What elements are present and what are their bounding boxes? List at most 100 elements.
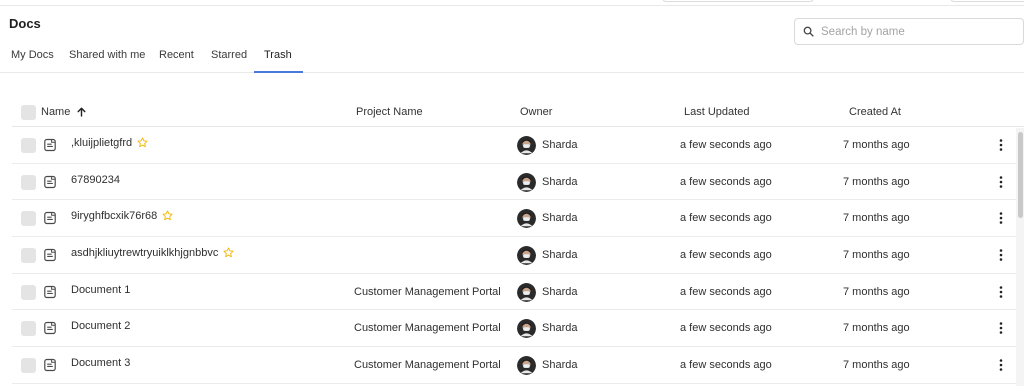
row-checkbox[interactable]	[21, 174, 36, 190]
column-name[interactable]: Name	[41, 95, 86, 127]
tab-trash[interactable]: Trash	[254, 40, 303, 73]
owner-name: Sharda	[542, 212, 578, 225]
doc-name[interactable]: 67890234	[71, 174, 120, 186]
table-header: Name Project Name Owner Last Updated Cre…	[12, 95, 1024, 127]
column-last-updated[interactable]: Last Updated	[684, 95, 749, 127]
document-icon	[44, 322, 56, 335]
row-checkbox[interactable]	[21, 211, 36, 227]
last-updated-cell: a few seconds ago	[680, 249, 772, 262]
doc-name[interactable]: ,kluijplietgfrd	[71, 137, 132, 149]
tab-shared-with-me[interactable]: Shared with me	[69, 40, 145, 73]
project-name-cell: Customer Management Portal	[354, 285, 501, 298]
tab-starred[interactable]: Starred	[211, 40, 247, 73]
doc-name[interactable]: Document 1	[71, 284, 130, 296]
doc-name-cell: 9iryghfbcxik76r68	[71, 198, 173, 234]
tab-bar: My Docs Shared with me Recent Starred Tr…	[0, 40, 1024, 73]
project-name-cell: Customer Management Portal	[354, 359, 501, 372]
owner-name: Sharda	[542, 249, 578, 262]
vertical-scrollbar[interactable]	[1016, 128, 1024, 386]
search-input[interactable]	[821, 25, 1011, 38]
document-icon	[44, 359, 56, 372]
last-updated-cell: a few seconds ago	[680, 322, 772, 335]
created-at-cell: 7 months ago	[843, 285, 910, 298]
search-icon	[803, 26, 814, 37]
avatar	[517, 282, 536, 302]
avatar	[517, 356, 536, 376]
doc-name-cell: Document 3	[71, 345, 130, 381]
last-updated-cell: a few seconds ago	[680, 139, 772, 151]
row-checkbox[interactable]	[21, 138, 36, 153]
doc-name[interactable]: Document 2	[71, 320, 130, 332]
avatar	[517, 319, 536, 339]
top-bar-button[interactable]	[950, 0, 1024, 2]
docs-table: Name Project Name Owner Last Updated Cre…	[12, 95, 1024, 384]
last-updated-cell: a few seconds ago	[680, 175, 772, 188]
more-vertical-icon[interactable]	[999, 321, 1003, 335]
project-name-cell: Customer Management Portal	[354, 322, 501, 335]
more-vertical-icon[interactable]	[999, 358, 1003, 372]
table-row[interactable]: asdhjkliuytrewtryuiklkhjgnbbvc Sharda a …	[12, 237, 1024, 274]
more-vertical-icon[interactable]	[999, 138, 1003, 152]
created-at-cell: 7 months ago	[843, 175, 910, 188]
doc-name-cell: Document 2	[71, 308, 130, 344]
more-vertical-icon[interactable]	[999, 285, 1003, 299]
doc-name-cell: asdhjkliuytrewtryuiklkhjgnbbvc	[71, 235, 234, 271]
arrow-up-icon[interactable]	[77, 107, 86, 117]
owner-name: Sharda	[542, 139, 578, 151]
row-checkbox[interactable]	[21, 321, 36, 337]
more-vertical-icon[interactable]	[999, 175, 1003, 189]
row-checkbox[interactable]	[21, 284, 36, 300]
created-at-cell: 7 months ago	[843, 212, 910, 225]
star-outline-icon[interactable]	[223, 247, 234, 258]
tab-recent[interactable]: Recent	[159, 40, 194, 73]
created-at-cell: 7 months ago	[843, 359, 910, 372]
row-checkbox[interactable]	[21, 358, 36, 374]
last-updated-cell: a few seconds ago	[680, 285, 772, 298]
select-all-checkbox[interactable]	[21, 105, 36, 120]
doc-name-cell: Document 1	[71, 272, 130, 308]
page-title: Docs	[9, 16, 41, 31]
avatar	[517, 172, 536, 192]
top-bar-divider	[0, 0, 1024, 6]
table-row[interactable]: ,kluijplietgfrd Sharda a few seconds ago…	[12, 127, 1024, 164]
document-icon	[44, 138, 56, 152]
column-created-at[interactable]: Created At	[849, 95, 901, 127]
doc-name[interactable]: 9iryghfbcxik76r68	[71, 210, 157, 222]
created-at-cell: 7 months ago	[843, 249, 910, 262]
table-body: ,kluijplietgfrd Sharda a few seconds ago…	[12, 127, 1024, 384]
document-icon	[44, 212, 56, 225]
document-icon	[44, 175, 56, 188]
avatar	[517, 209, 536, 229]
owner-name: Sharda	[542, 359, 578, 372]
doc-name[interactable]: Document 3	[71, 357, 130, 369]
owner-name: Sharda	[542, 322, 578, 335]
table-row[interactable]: Document 1 Customer Management Portal Sh…	[12, 274, 1024, 311]
last-updated-cell: a few seconds ago	[680, 359, 772, 372]
table-row[interactable]: Document 3 Customer Management Portal Sh…	[12, 347, 1024, 384]
document-icon	[44, 248, 56, 262]
last-updated-cell: a few seconds ago	[680, 212, 772, 225]
avatar	[517, 136, 536, 155]
doc-name[interactable]: asdhjkliuytrewtryuiklkhjgnbbvc	[71, 247, 218, 259]
column-owner[interactable]: Owner	[520, 95, 552, 127]
tab-my-docs[interactable]: My Docs	[11, 40, 54, 73]
document-icon	[44, 285, 56, 298]
more-vertical-icon[interactable]	[999, 211, 1003, 225]
row-checkbox[interactable]	[21, 248, 36, 264]
scrollbar-thumb[interactable]	[1018, 132, 1023, 218]
table-row[interactable]: 67890234 Sharda a few seconds ago 7 mont…	[12, 164, 1024, 201]
top-bar-field[interactable]	[662, 0, 814, 2]
table-row[interactable]: 9iryghfbcxik76r68 Sharda a few seconds a…	[12, 198, 1024, 238]
more-vertical-icon[interactable]	[999, 248, 1003, 262]
star-outline-icon[interactable]	[137, 137, 148, 148]
owner-name: Sharda	[542, 285, 578, 298]
owner-name: Sharda	[542, 175, 578, 188]
column-name-label: Name	[41, 106, 71, 118]
created-at-cell: 7 months ago	[843, 139, 910, 151]
column-project-name[interactable]: Project Name	[356, 95, 423, 127]
avatar	[517, 246, 536, 266]
created-at-cell: 7 months ago	[843, 322, 910, 335]
table-row[interactable]: Document 2 Customer Management Portal Sh…	[12, 308, 1024, 348]
star-outline-icon[interactable]	[162, 210, 173, 221]
doc-name-cell: ,kluijplietgfrd	[71, 125, 148, 161]
